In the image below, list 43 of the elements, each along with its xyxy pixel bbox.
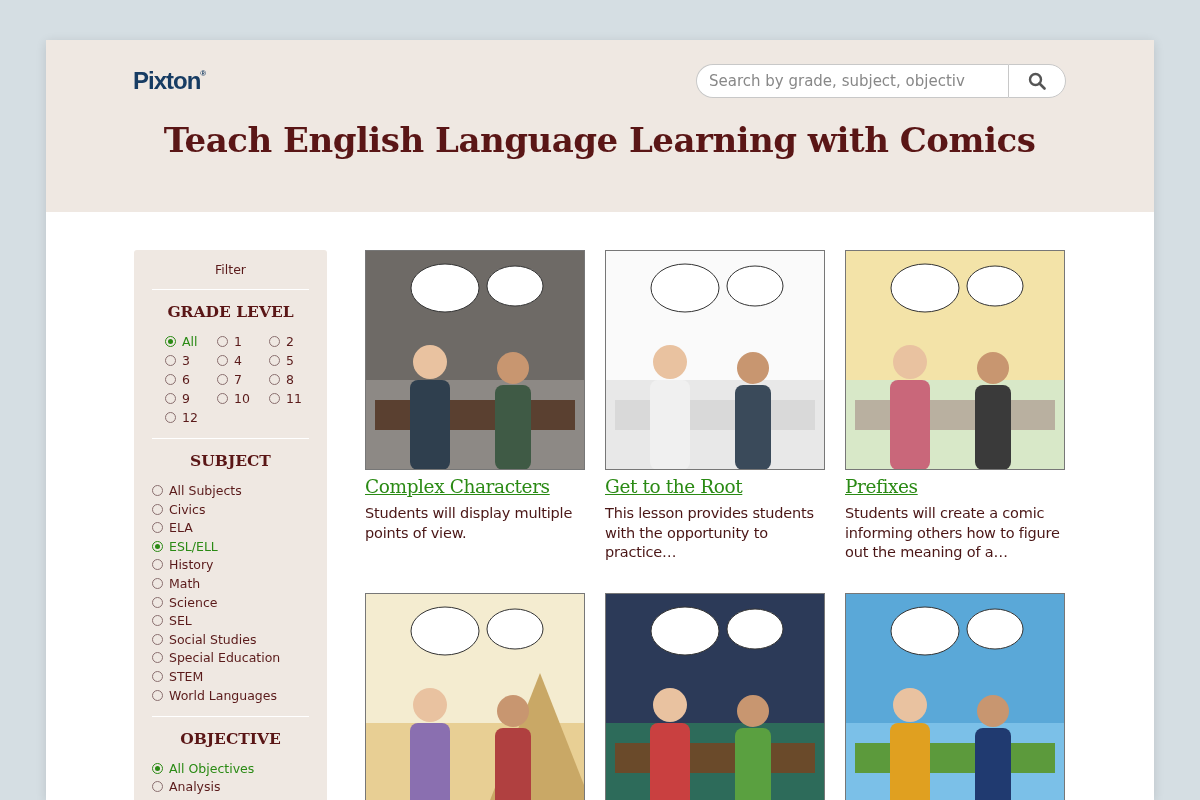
filter-option[interactable]: 8 [286, 372, 294, 387]
filter-option[interactable]: 4 [234, 353, 242, 368]
filter-option[interactable]: Social Studies [169, 631, 257, 647]
lesson-description: Students will create a comic informing others how to figure out the meaning of a… [845, 504, 1061, 562]
filter-option[interactable]: 10 [234, 391, 250, 406]
lesson-description: Students will display multiple points of view. [365, 504, 574, 543]
lesson-title-link[interactable]: Complex Characters [365, 476, 585, 497]
search-icon [1028, 72, 1046, 90]
filter-option[interactable]: 2 [286, 334, 294, 349]
page-title: Teach English Language Learning with Comics [162, 120, 1037, 160]
filter-option[interactable]: 1 [234, 334, 242, 349]
filter-option[interactable]: ELA [169, 520, 193, 536]
filter-option[interactable]: World Languages [169, 687, 277, 703]
filter-option[interactable]: Special Education [169, 650, 281, 666]
filter-option[interactable]: 11 [286, 391, 302, 406]
filter-option[interactable]: 7 [234, 372, 242, 387]
filter-option[interactable]: Analysis [169, 779, 221, 795]
filter-option[interactable]: SEL [169, 613, 192, 629]
search-field[interactable]: Search by grade, subject, objectiv [696, 64, 1008, 98]
logo[interactable]: Pixton [133, 67, 201, 95]
filter-option[interactable]: ESL/ELL [169, 538, 218, 554]
filter-heading: OBJECTIVE [179, 728, 282, 748]
filter-option[interactable]: All Objectives [169, 760, 255, 776]
filter-option[interactable]: 3 [182, 353, 190, 368]
lesson-title-link[interactable]: Prefixes [845, 476, 1065, 497]
lesson-title-link[interactable]: Get to the Root [605, 476, 825, 497]
filter-heading: GRADE LEVEL [166, 302, 295, 321]
filter-option[interactable]: 6 [182, 372, 190, 387]
filter-heading: SUBJECT [189, 451, 272, 470]
filter-option[interactable]: Math [169, 575, 201, 591]
search-button[interactable] [1008, 64, 1066, 98]
filter-option[interactable]: Science [169, 594, 218, 610]
filter-option[interactable]: 12 [182, 410, 198, 425]
filter-option[interactable]: All Subjects [169, 483, 242, 498]
filter-option[interactable]: Civics [169, 501, 206, 517]
filter-option[interactable]: All [182, 334, 198, 349]
filter-title: Filter [214, 262, 247, 277]
registered-mark: ® [200, 69, 207, 78]
filter-option[interactable]: 9 [182, 391, 190, 406]
filter-option[interactable]: STEM [169, 668, 204, 684]
filter-option[interactable]: 5 [286, 353, 294, 368]
filter-option[interactable]: History [169, 557, 214, 573]
lesson-description: This lesson provides students with the opportunity to practice… [605, 504, 815, 562]
